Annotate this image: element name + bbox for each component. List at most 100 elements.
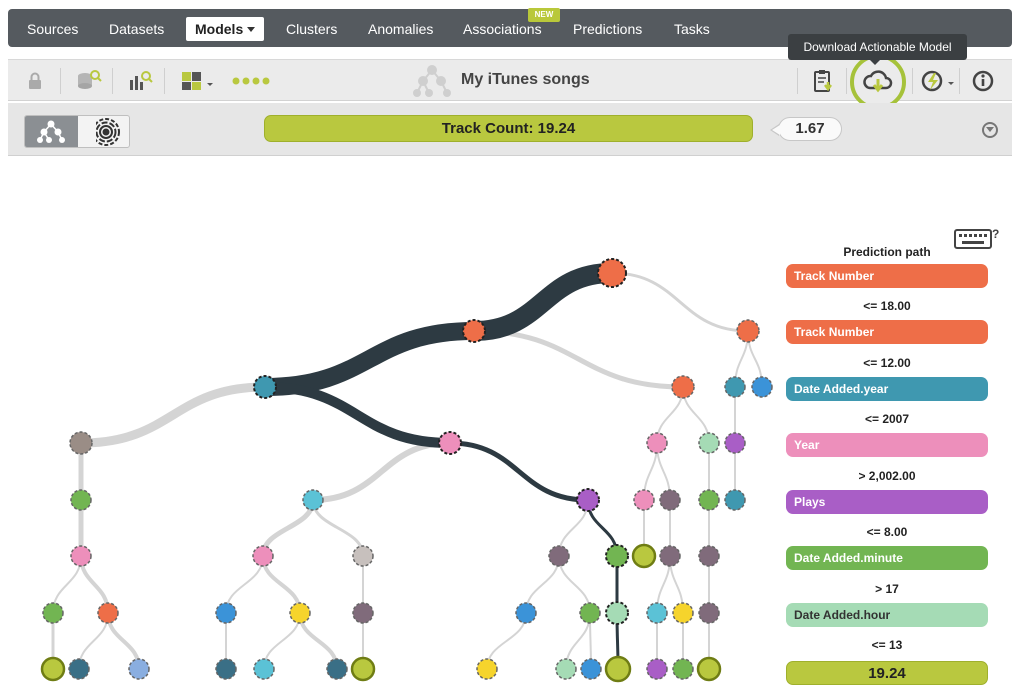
tree-node[interactable] bbox=[724, 376, 746, 398]
tree-node[interactable] bbox=[597, 258, 627, 288]
path-step-condition: <= 12.00 bbox=[863, 356, 911, 370]
tree-node[interactable] bbox=[724, 432, 746, 454]
tree-node[interactable] bbox=[352, 602, 374, 624]
tree-node[interactable] bbox=[350, 656, 376, 682]
path-step-field[interactable]: Date Added.hour bbox=[786, 603, 988, 627]
new-badge: NEW bbox=[528, 8, 560, 22]
path-step-condition: <= 18.00 bbox=[863, 299, 911, 313]
tree-node[interactable] bbox=[605, 544, 629, 568]
tree-node[interactable] bbox=[215, 658, 237, 680]
path-step-field[interactable]: Track Number bbox=[786, 320, 988, 344]
chevron-down-icon[interactable] bbox=[982, 122, 998, 138]
tree-node[interactable] bbox=[69, 431, 93, 455]
tree-node[interactable] bbox=[70, 545, 92, 567]
toolbar-separator bbox=[846, 68, 847, 94]
tree-node[interactable] bbox=[352, 545, 374, 567]
tree-node[interactable] bbox=[696, 656, 722, 682]
tree-node[interactable] bbox=[579, 602, 601, 624]
nav-clusters[interactable]: Clusters bbox=[286, 9, 337, 47]
info-icon[interactable] bbox=[968, 66, 998, 96]
svg-text:?: ? bbox=[992, 227, 999, 241]
tree-node[interactable] bbox=[97, 602, 119, 624]
tree-node[interactable] bbox=[302, 489, 324, 511]
nav-predictions[interactable]: Predictions bbox=[573, 9, 642, 47]
path-step-condition: <= 13 bbox=[871, 638, 903, 652]
tree-node[interactable] bbox=[252, 545, 274, 567]
filter-icon[interactable] bbox=[178, 66, 218, 96]
tree-node[interactable] bbox=[659, 545, 681, 567]
tree-node[interactable] bbox=[253, 375, 277, 399]
tree-node[interactable] bbox=[289, 602, 311, 624]
tree-node[interactable] bbox=[672, 602, 694, 624]
nav-tasks[interactable]: Tasks bbox=[674, 9, 710, 47]
path-step-field[interactable]: Track Number bbox=[786, 264, 988, 288]
tree-node[interactable] bbox=[646, 432, 668, 454]
prediction-path-branch bbox=[256, 322, 483, 396]
tree-node[interactable] bbox=[555, 658, 577, 680]
tree-node[interactable] bbox=[70, 489, 92, 511]
tree-node[interactable] bbox=[215, 602, 237, 624]
tree-node[interactable] bbox=[40, 656, 66, 682]
tree-node[interactable] bbox=[576, 488, 600, 512]
nav-models-label: Models bbox=[195, 21, 244, 37]
tree-node[interactable] bbox=[631, 543, 657, 569]
toolbar-separator bbox=[797, 68, 798, 94]
nav-datasets[interactable]: Datasets bbox=[109, 9, 164, 47]
tree-node[interactable] bbox=[580, 658, 602, 680]
path-result: 19.24 bbox=[786, 661, 988, 685]
tree-view-button[interactable] bbox=[25, 116, 78, 147]
tree-node[interactable] bbox=[724, 489, 746, 511]
tree-node[interactable] bbox=[605, 601, 629, 625]
prediction-path-title: Prediction path bbox=[843, 245, 931, 259]
tree-node[interactable] bbox=[659, 489, 681, 511]
path-step-field[interactable]: Date Added.year bbox=[786, 377, 988, 401]
tree-node[interactable] bbox=[42, 602, 64, 624]
path-step-condition: > 17 bbox=[875, 582, 899, 596]
tree-branch bbox=[610, 271, 750, 333]
tree-node[interactable] bbox=[698, 602, 720, 624]
nav-models[interactable]: Models bbox=[186, 17, 265, 41]
tree-node[interactable] bbox=[698, 545, 720, 567]
tree-node[interactable] bbox=[736, 319, 760, 343]
toolbar-separator bbox=[60, 68, 61, 94]
tree-node[interactable] bbox=[476, 658, 498, 680]
caret-down-icon bbox=[247, 27, 256, 32]
tree-node[interactable] bbox=[462, 319, 486, 343]
path-step-field[interactable]: Date Added.minute bbox=[786, 546, 988, 570]
model-title: My iTunes songs bbox=[461, 71, 590, 88]
tree-node[interactable] bbox=[438, 431, 462, 455]
path-step-field[interactable]: Plays bbox=[786, 490, 988, 514]
tree-node[interactable] bbox=[698, 489, 720, 511]
tree-node[interactable] bbox=[671, 375, 695, 399]
tree-node[interactable] bbox=[646, 658, 668, 680]
nav-anomalies[interactable]: Anomalies bbox=[368, 9, 433, 47]
sunburst-view-button[interactable] bbox=[78, 116, 129, 147]
toolbar-separator bbox=[112, 68, 113, 94]
clipboard-download-icon[interactable] bbox=[808, 66, 838, 96]
tree-node[interactable] bbox=[751, 376, 773, 398]
tree-branch bbox=[76, 382, 270, 448]
tree-node[interactable] bbox=[515, 602, 537, 624]
tree-node[interactable] bbox=[604, 655, 632, 683]
tree-node[interactable] bbox=[326, 658, 348, 680]
toolbar-separator bbox=[164, 68, 165, 94]
tree-node[interactable] bbox=[68, 658, 90, 680]
dataset-search-icon[interactable] bbox=[74, 66, 104, 96]
tree-node[interactable] bbox=[698, 432, 720, 454]
nav-sources[interactable]: Sources bbox=[27, 9, 78, 47]
confidence-value: 1.67 bbox=[770, 117, 842, 141]
download-tooltip: Download Actionable Model bbox=[788, 34, 967, 65]
prediction-path-branch bbox=[260, 382, 455, 448]
dots-icon[interactable] bbox=[230, 66, 274, 96]
tree-node[interactable] bbox=[548, 545, 570, 567]
path-step-field[interactable]: Year bbox=[786, 433, 988, 457]
tree-node[interactable] bbox=[672, 658, 694, 680]
bar-chart-search-icon[interactable] bbox=[125, 66, 155, 96]
tree-node[interactable] bbox=[128, 658, 150, 680]
tree-node[interactable] bbox=[633, 489, 655, 511]
lightning-icon[interactable] bbox=[918, 66, 958, 96]
tree-node[interactable] bbox=[253, 658, 275, 680]
tree-node[interactable] bbox=[646, 602, 668, 624]
lock-icon[interactable] bbox=[20, 66, 50, 96]
tree-branch bbox=[311, 498, 365, 558]
